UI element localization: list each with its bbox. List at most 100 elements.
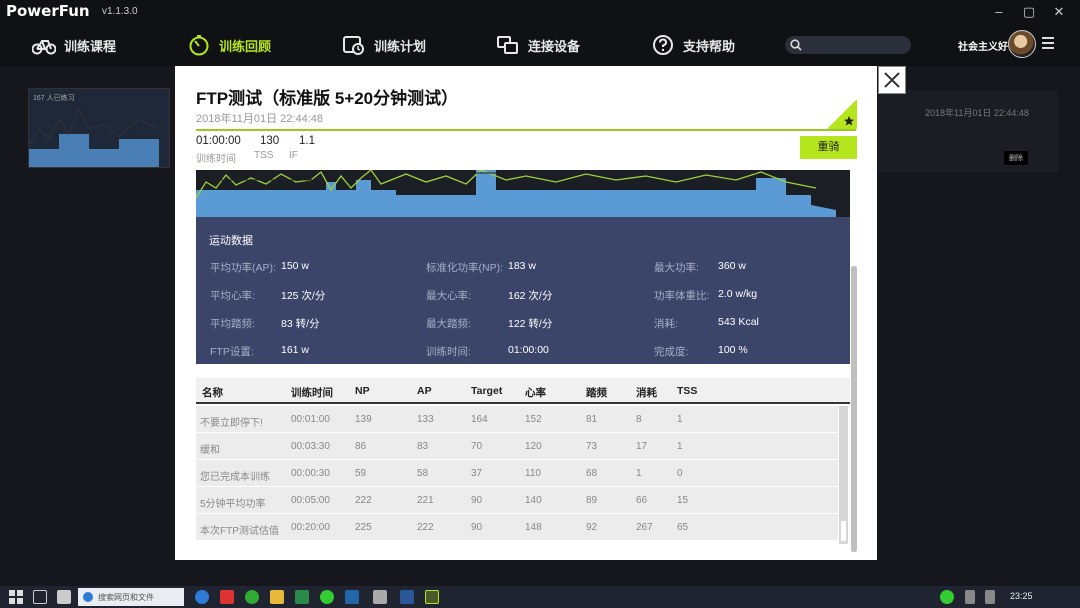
column-header: 训练时间 <box>291 387 333 399</box>
tray-icon[interactable] <box>940 590 954 604</box>
workout-chart-graphic <box>196 170 836 217</box>
stat-tss-value: 130 <box>260 135 280 147</box>
cell-target: 90 <box>471 495 483 506</box>
minimize-button[interactable]: – <box>985 2 1013 22</box>
close-icon <box>884 72 900 88</box>
cell-tss: 1 <box>677 441 683 452</box>
thumbnail-chart <box>29 107 160 167</box>
network-icon[interactable] <box>965 590 975 604</box>
cell-tss: 1 <box>677 414 683 425</box>
bike-icon <box>32 40 56 55</box>
powerfun-icon[interactable] <box>425 590 439 604</box>
cell-tss: 0 <box>677 468 683 479</box>
volume-icon[interactable] <box>985 590 995 604</box>
nav-item-courses[interactable]: 训练课程 <box>32 32 116 58</box>
help-icon <box>653 35 673 55</box>
table-row[interactable]: 缓和 00:03:30 86 83 70 120 73 17 1 <box>196 433 838 460</box>
app-name: PowerFun <box>6 2 90 20</box>
folder-icon[interactable] <box>270 590 284 604</box>
nav-item-devices[interactable]: 连接设备 <box>496 32 580 58</box>
metric-label: 训练时间: <box>426 346 471 358</box>
app-icon[interactable] <box>345 590 359 604</box>
cell-ap: 83 <box>417 441 429 452</box>
workout-detail-dialog: FTP测试（标准版 5+20分钟测试） 2018年11月01日 22:44:48… <box>175 66 877 560</box>
cell-hr: 148 <box>525 522 542 533</box>
edge-icon <box>83 592 93 602</box>
nav-item-help[interactable]: 支持帮助 <box>651 32 735 58</box>
nav-label: 训练回顾 <box>219 38 272 54</box>
search-input[interactable] <box>785 36 911 54</box>
devices-icon <box>497 36 518 54</box>
cell-duration: 00:03:30 <box>291 441 330 452</box>
table-row[interactable]: 您已完成本训练 00:00:30 59 58 37 110 68 1 0 <box>196 460 838 487</box>
delete-button[interactable]: 删除 <box>1004 151 1028 165</box>
table-row[interactable]: 5分钟平均功率 00:05:00 222 221 90 140 89 66 15 <box>196 487 838 514</box>
metric-label: 平均踏频: <box>210 318 255 330</box>
column-header: NP <box>355 385 370 397</box>
avatar[interactable] <box>1008 30 1036 58</box>
taskbar-search[interactable]: 搜索网页和文件 <box>78 588 184 606</box>
cell-target: 164 <box>471 414 488 425</box>
cell-cadence: 81 <box>586 414 598 425</box>
app-icon[interactable] <box>295 590 309 604</box>
main-nav: 训练课程 训练回顾 训练计划 连接设备 支持帮助 社会主义好 <box>0 24 1080 66</box>
cell-name: 缓和 <box>200 445 220 456</box>
cell-duration: 00:05:00 <box>291 495 330 506</box>
metric-value: 83 转/分 <box>281 318 320 330</box>
maximize-button[interactable]: ▢ <box>1015 2 1043 22</box>
column-header: TSS <box>677 385 698 397</box>
metric-label: FTP设置: <box>210 346 254 358</box>
menu-icon[interactable] <box>1042 37 1054 49</box>
cell-cadence: 92 <box>586 522 598 533</box>
cell-target: 90 <box>471 522 483 533</box>
cell-cadence: 73 <box>586 441 598 452</box>
cell-hr: 152 <box>525 414 542 425</box>
photos-icon[interactable] <box>373 590 387 604</box>
table-row[interactable]: 不要立即停下! 00:01:00 139 133 164 152 81 8 1 <box>196 406 838 433</box>
calendar-clock-icon <box>343 36 364 55</box>
app-version: v1.1.3.0 <box>102 6 138 17</box>
cell-kcal: 1 <box>636 468 642 479</box>
cell-target: 70 <box>471 441 483 452</box>
cell-np: 59 <box>355 468 367 479</box>
wechat-icon[interactable] <box>320 590 334 604</box>
metric-value: 122 转/分 <box>508 318 553 330</box>
nav-item-plan[interactable]: 训练计划 <box>342 32 426 58</box>
metric-value: 183 w <box>508 260 537 272</box>
cell-name: 不要立即停下! <box>200 418 263 429</box>
table-row[interactable]: 本次FTP测试估值 00:20:00 225 222 90 148 92 267… <box>196 514 838 541</box>
dialog-scrollbar-thumb[interactable] <box>851 266 857 552</box>
stat-if-value: 1.1 <box>299 135 315 147</box>
ride-again-button[interactable]: 重骑 <box>800 136 857 159</box>
metric-label: 平均心率: <box>210 290 255 302</box>
edge-browser-icon[interactable] <box>195 590 209 604</box>
table-header: 名称 训练时间 NP AP Target 心率 踏频 消耗 TSS <box>196 378 850 404</box>
table-scrollbar-thumb[interactable] <box>841 521 846 541</box>
window-close-button[interactable]: ✕ <box>1045 2 1073 22</box>
nav-label: 连接设备 <box>528 38 581 54</box>
metric-value: 543 Kcal <box>718 316 759 328</box>
cell-tss: 65 <box>677 522 689 533</box>
column-header: 心率 <box>525 387 546 399</box>
cell-ap: 133 <box>417 414 434 425</box>
cell-np: 86 <box>355 441 367 452</box>
cell-name: 您已完成本训练 <box>200 472 270 483</box>
task-view-icon[interactable] <box>33 590 47 604</box>
username[interactable]: 社会主义好 <box>958 38 1008 53</box>
app-icon[interactable] <box>245 590 259 604</box>
close-dialog-button[interactable] <box>878 66 906 94</box>
nav-item-review[interactable]: 训练回顾 <box>187 32 271 58</box>
metric-label: 功率体重比: <box>654 290 710 302</box>
word-icon[interactable] <box>400 590 414 604</box>
app-icon[interactable] <box>220 590 234 604</box>
metrics-title: 运动数据 <box>209 235 253 247</box>
course-thumbnail[interactable]: 167 人已练习 <box>28 88 170 168</box>
cell-cadence: 68 <box>586 468 598 479</box>
apps-icon[interactable] <box>57 590 71 604</box>
stat-duration-label: 训练时间 <box>196 154 236 165</box>
history-row[interactable] <box>878 90 1058 172</box>
cell-hr: 120 <box>525 441 542 452</box>
clock[interactable]: 23:25 <box>1010 591 1033 601</box>
windows-start-icon[interactable] <box>9 590 23 604</box>
cell-np: 225 <box>355 522 372 533</box>
